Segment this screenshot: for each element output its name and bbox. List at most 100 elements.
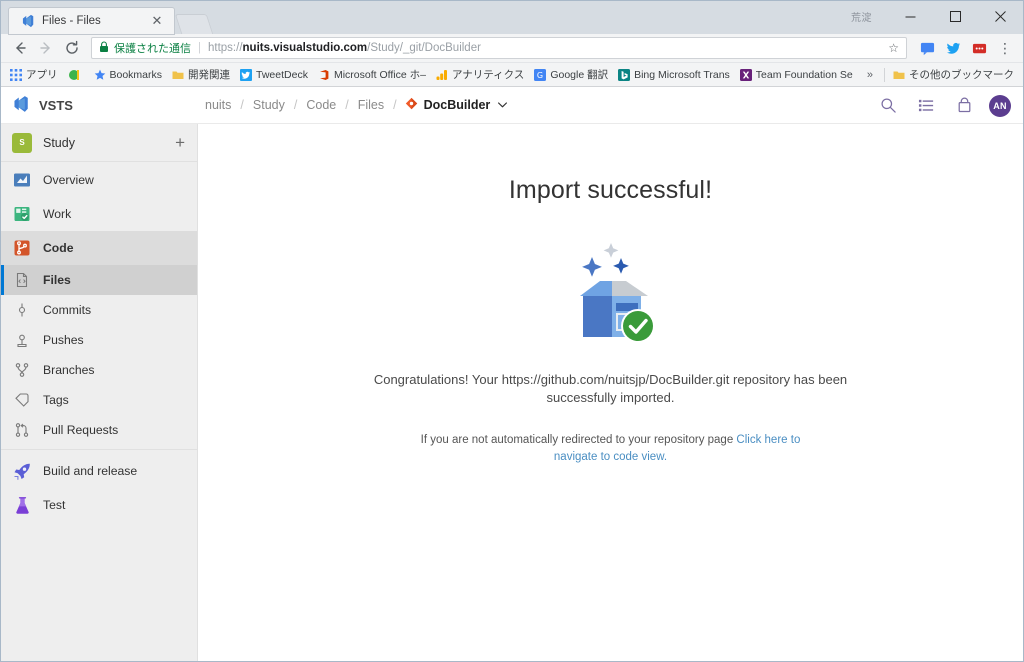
bookmark-office[interactable]: Microsoft Office ホ– [313,65,431,84]
folder-icon [172,69,184,81]
sidebar-item-files[interactable]: Files [1,265,197,295]
address-bar[interactable]: 保護された通信 | https://nuits.visualstudio.com… [91,37,907,59]
url-host: nuits.visualstudio.com [242,42,368,54]
reload-button[interactable] [59,35,85,61]
main-content: Import successful! Congratulations! Your… [198,124,1023,661]
vsts-brand-label: VSTS [39,97,73,113]
window-titlebar: Files - Files ✕ 荒淀 [1,1,1023,34]
sidebar-item-label: Code [43,241,74,255]
open-box-with-checkmark-illustration [198,227,1023,349]
bookmark-label: Team Foundation Se [755,68,853,81]
maximize-button[interactable] [933,1,978,31]
page-body: S Study + Overview Work Code Files Commi… [1,124,1023,661]
sidebar-item-label: Commits [43,303,92,317]
project-name: Study [43,135,75,150]
pocket-extension-icon[interactable] [915,36,939,60]
vsts-brand[interactable]: VSTS [1,95,198,116]
browser-tab[interactable]: Files - Files ✕ [9,8,174,34]
tab-title: Files - Files [42,15,101,27]
build-release-icon [12,461,32,481]
close-button[interactable] [978,1,1023,31]
sidebar-item-label: Overview [43,173,94,187]
breadcrumb-separator: / [345,98,349,112]
sidebar-item-label: Tags [43,393,69,407]
bookmark-dev-folder[interactable]: 開発関連 [167,65,235,84]
bookmark-green[interactable] [63,67,89,83]
new-tab-button[interactable] [174,14,214,34]
bookmark-team-foundation[interactable]: Team Foundation Se [735,67,858,83]
breadcrumb-item-account[interactable]: nuits [204,98,232,112]
bookmark-label: Bing Microsoft Trans [634,68,730,81]
bookmark-label: アプリ [26,69,58,81]
bookmark-google-translate[interactable]: G Google 翻訳 [529,65,613,84]
bookmark-other[interactable]: その他のブックマーク [888,65,1019,84]
sidebar-item-label: Pull Requests [43,423,119,437]
star-icon [94,69,106,81]
tab-strip: Files - Files ✕ [1,1,214,34]
avatar[interactable]: AN [989,94,1011,117]
sidebar-item-commits[interactable]: Commits [1,295,197,325]
sidebar-item-branches[interactable]: Branches [1,355,197,385]
bookmark-star-icon[interactable]: ☆ [882,41,899,55]
add-button[interactable]: + [175,134,187,151]
search-icon[interactable] [871,89,905,123]
lastpass-extension-icon[interactable] [967,36,991,60]
sidebar-item-tags[interactable]: Tags [1,385,197,415]
vsts-header: VSTS nuits / Study / Code / Files / DocB… [1,87,1023,124]
svg-text:G: G [537,71,543,80]
back-button[interactable] [7,35,33,61]
secure-label: 保護された通信 [114,43,191,55]
bookmark-label: Bookmarks [109,68,163,81]
sidebar-item-pushes[interactable]: Pushes [1,325,197,355]
close-icon[interactable]: ✕ [150,14,164,28]
sidebar-item-code[interactable]: Code [1,231,197,265]
sidebar-item-overview[interactable]: Overview [1,163,197,197]
files-icon [12,270,32,290]
breadcrumb-separator: / [240,98,244,112]
sidebar-item-label: Pushes [43,333,84,347]
bookmark-bookmarks[interactable]: Bookmarks [89,67,168,83]
bookmark-bing-translator[interactable]: Bing Microsoft Trans [613,67,735,83]
bookmarks-overflow-button[interactable]: » [859,69,881,81]
sidebar-item-test[interactable]: Test [1,488,197,522]
twitter-extension-icon[interactable] [941,36,965,60]
code-icon [12,238,32,258]
repo-selector[interactable]: DocBuilder [405,97,508,113]
minimize-button[interactable] [888,1,933,31]
breadcrumb-item-files[interactable]: Files [357,98,385,112]
green-circle-icon [68,69,80,81]
work-items-icon[interactable] [909,89,943,123]
sidebar-item-label: Work [43,207,72,221]
omnibox-separator: | [198,42,201,54]
pull-requests-icon [12,420,32,440]
project-badge: S [12,132,32,153]
translate-icon: G [534,68,547,81]
bookmark-label: その他のブックマーク [909,69,1014,81]
bookmark-analytics[interactable]: アナリティクス [431,65,529,84]
breadcrumb-item-code[interactable]: Code [305,98,337,112]
bookmark-apps[interactable]: アプリ [5,65,63,84]
sidebar-item-pull-requests[interactable]: Pull Requests [1,415,197,445]
sidebar-item-label: Test [43,498,66,512]
breadcrumb-item-project[interactable]: Study [252,98,286,112]
bookmarks-divider [884,67,885,82]
url-prefix: https:// [208,42,243,54]
sidebar-item-label: Files [43,273,71,287]
window-user-label: 荒淀 [851,12,872,24]
commits-icon [12,300,32,320]
sidebar-project-header[interactable]: S Study + [1,124,197,162]
pushes-icon [12,330,32,350]
lock-icon [99,40,109,56]
sidebar-item-build-and-release[interactable]: Build and release [1,454,197,488]
marketplace-bag-icon[interactable] [947,89,981,123]
browser-menu-button[interactable]: ⋮ [993,36,1017,60]
tags-icon [12,390,32,410]
sidebar-item-work[interactable]: Work [1,197,197,231]
bookmark-label: 開発関連 [188,69,231,81]
bookmark-tweetdeck[interactable]: TweetDeck [235,67,313,83]
redirect-hint: If you are not automatically redirected … [420,432,802,465]
vsts-favicon [21,14,35,28]
forward-button[interactable] [33,35,59,61]
url-text: https://nuits.visualstudio.com/Study/_gi… [208,42,481,54]
breadcrumb-separator: / [293,98,298,112]
